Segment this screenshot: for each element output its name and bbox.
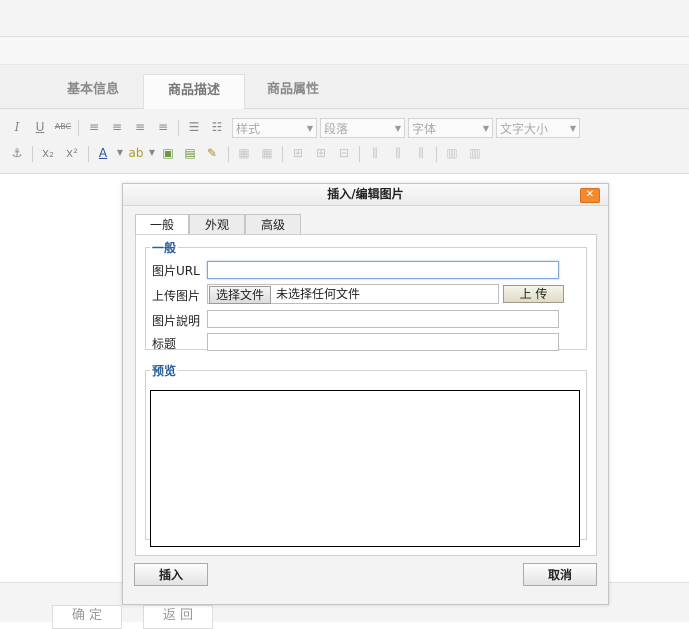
- chevron-down-icon: ▼: [394, 124, 401, 133]
- close-icon[interactable]: ✕: [580, 188, 600, 203]
- tab-product-attributes[interactable]: 商品属性: [248, 74, 338, 108]
- split-cells-icon[interactable]: ▥: [443, 144, 461, 162]
- general-panel: 一般 图片URL 上传图片 选择文件 未选择任何文件 上 传 图片說明 标题 预…: [135, 234, 597, 556]
- align-right-icon[interactable]: ≡: [131, 118, 149, 136]
- chevron-down-icon: ▼: [306, 124, 313, 133]
- tab-advanced[interactable]: 高级: [245, 214, 301, 235]
- table-props-icon[interactable]: ▦: [258, 144, 276, 162]
- sub-bar: [0, 37, 689, 65]
- choose-file-button[interactable]: 选择文件: [209, 286, 272, 304]
- align-center-icon[interactable]: ≡: [108, 118, 126, 136]
- toolbar-divider: [436, 146, 437, 162]
- bullet-list-icon[interactable]: ☰: [185, 118, 203, 136]
- align-justify-icon[interactable]: ≡: [154, 118, 172, 136]
- row-before-icon[interactable]: ⊞: [289, 144, 307, 162]
- title-input[interactable]: [207, 333, 559, 351]
- insert-media-icon[interactable]: ▤: [181, 144, 199, 162]
- dialog-title: 插入/编辑图片: [123, 184, 608, 206]
- chevron-down-icon: ▼: [482, 124, 489, 133]
- toolbar-row-1: I U ABC ≡ ≡ ≡ ≡ ☰ ☷ 样式 ▼ 段落 ▼ 字体 ▼ 文字大小 ▼: [0, 118, 689, 142]
- general-legend: 一般: [152, 241, 177, 255]
- image-url-input[interactable]: [207, 261, 559, 279]
- text-color-icon[interactable]: A: [94, 144, 112, 162]
- row-after-icon[interactable]: ⊞: [312, 144, 330, 162]
- subscript-icon[interactable]: x₂: [39, 144, 57, 162]
- delete-row-icon[interactable]: ⊟: [335, 144, 353, 162]
- title-label: 标题: [152, 337, 177, 351]
- cancel-button[interactable]: 取消: [523, 563, 597, 586]
- toolbar-row-2: ⚓ x₂ x² A ▼ ab ▼ ▣ ▤ ✎ ▦ ▦ ⊞ ⊞ ⊟ ⫼ ⫼ ⫼ ▥…: [0, 144, 689, 168]
- image-preview: [150, 390, 580, 547]
- superscript-icon[interactable]: x²: [63, 144, 81, 162]
- italic-icon[interactable]: I: [8, 118, 26, 136]
- col-after-icon[interactable]: ⫼: [389, 144, 407, 162]
- image-url-label: 图片URL: [152, 264, 200, 278]
- strikethrough-icon[interactable]: ABC: [54, 118, 72, 136]
- tab-appearance[interactable]: 外观: [189, 214, 245, 235]
- edit-icon[interactable]: ✎: [203, 144, 221, 162]
- insert-image-dialog: 插入/编辑图片 ✕ 一般 外观 高级 一般 图片URL 上传图片 选择文件 未选…: [122, 183, 609, 605]
- toolbar-divider: [88, 146, 89, 162]
- preview-fieldset: 预览: [145, 362, 587, 547]
- paragraph-select[interactable]: 段落 ▼: [320, 118, 405, 138]
- insert-button[interactable]: 插入: [134, 563, 208, 586]
- anchor-icon[interactable]: ⚓: [8, 144, 26, 162]
- table-icon[interactable]: ▦: [235, 144, 253, 162]
- toolbar-divider: [32, 146, 33, 162]
- top-bar: [0, 0, 689, 37]
- font-size-select[interactable]: 文字大小 ▼: [496, 118, 580, 138]
- editor-toolbar: I U ABC ≡ ≡ ≡ ≡ ☰ ☷ 样式 ▼ 段落 ▼ 字体 ▼ 文字大小 ▼ ⚓ …: [0, 109, 689, 174]
- font-select[interactable]: 字体 ▼: [408, 118, 493, 138]
- chevron-down-icon: ▼: [569, 124, 576, 133]
- toolbar-divider: [228, 146, 229, 162]
- preview-legend: 预览: [152, 364, 177, 378]
- tab-basic-info[interactable]: 基本信息: [48, 74, 138, 108]
- image-description-label: 图片說明: [152, 314, 201, 328]
- file-picker[interactable]: 选择文件 未选择任何文件: [207, 284, 499, 304]
- underline-icon[interactable]: U: [31, 118, 49, 136]
- col-before-icon[interactable]: ⫼: [366, 144, 384, 162]
- image-description-input[interactable]: [207, 310, 559, 328]
- toolbar-divider: [359, 146, 360, 162]
- toolbar-divider: [78, 120, 79, 136]
- tab-product-description[interactable]: 商品描述: [143, 74, 245, 109]
- delete-col-icon[interactable]: ⫼: [412, 144, 430, 162]
- upload-button[interactable]: 上 传: [503, 285, 564, 303]
- product-tabs: 基本信息 商品描述 商品属性: [0, 65, 689, 109]
- style-select[interactable]: 样式 ▼: [232, 118, 317, 138]
- upload-image-label: 上传图片: [152, 289, 201, 303]
- toolbar-divider: [282, 146, 283, 162]
- merge-cells-icon[interactable]: ▥: [466, 144, 484, 162]
- insert-image-icon[interactable]: ▣: [159, 144, 177, 162]
- numbered-list-icon[interactable]: ☷: [208, 118, 226, 136]
- align-left-icon[interactable]: ≡: [85, 118, 103, 136]
- confirm-button[interactable]: 确 定: [52, 605, 122, 629]
- back-button[interactable]: 返 回: [143, 605, 213, 629]
- toolbar-divider: [178, 120, 179, 136]
- no-file-text: 未选择任何文件: [276, 287, 361, 301]
- tab-general[interactable]: 一般: [135, 214, 189, 236]
